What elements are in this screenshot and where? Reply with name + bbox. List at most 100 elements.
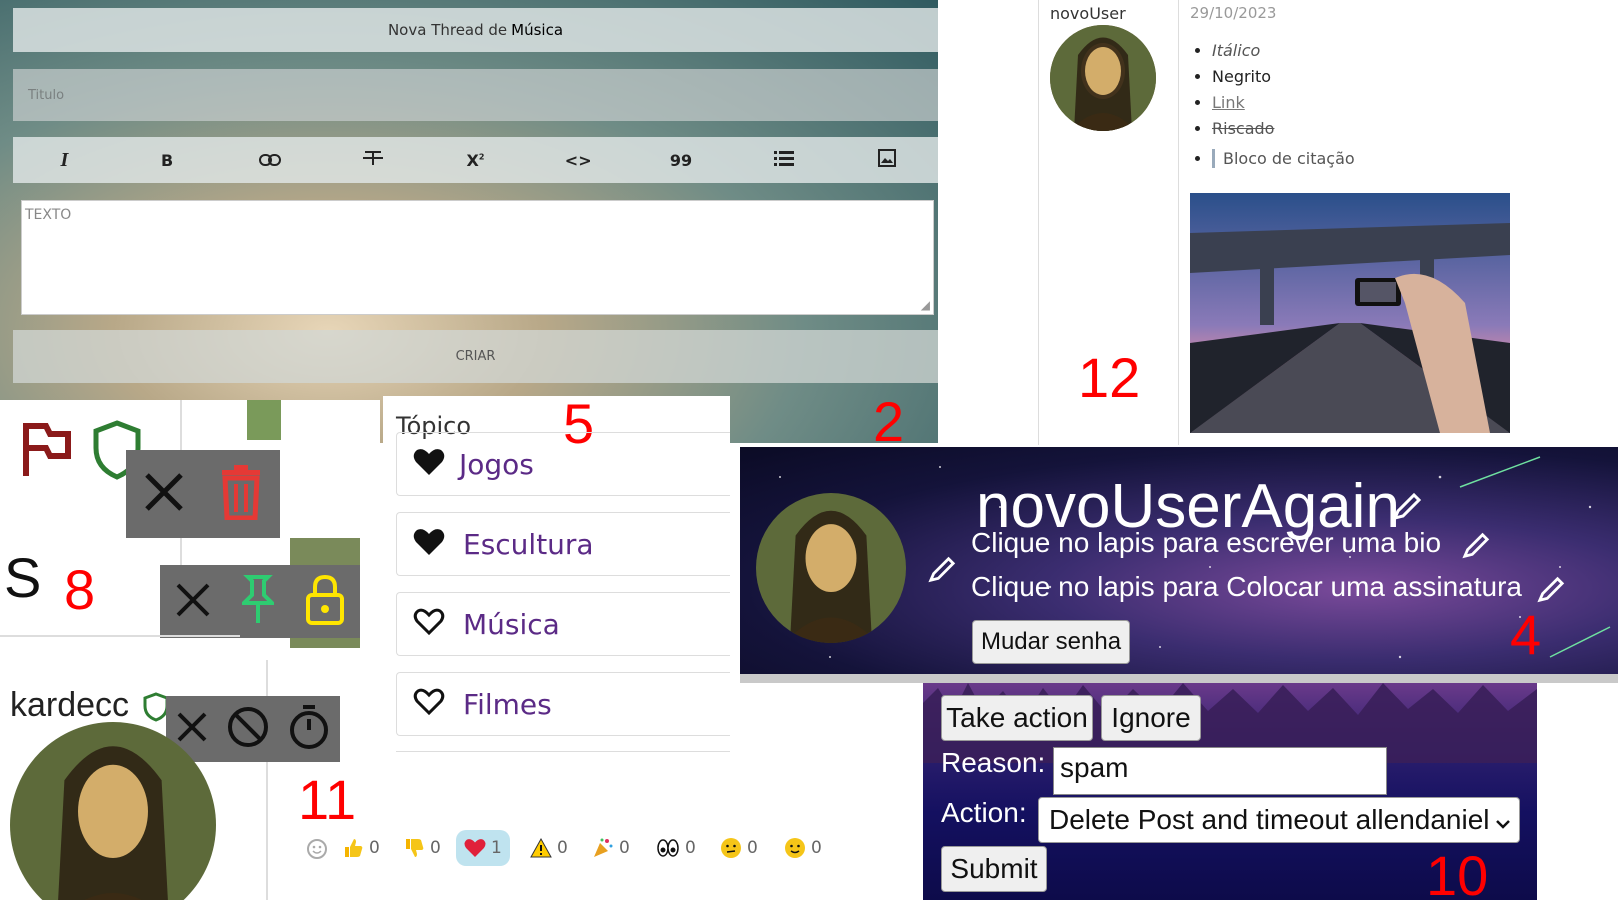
bold-icon[interactable]: B bbox=[147, 151, 187, 170]
reason-label: Reason: bbox=[941, 747, 1046, 778]
close-icon[interactable] bbox=[176, 711, 208, 747]
heart-filled-icon[interactable] bbox=[413, 448, 445, 480]
reaction-thumbs-down[interactable]: 0 bbox=[403, 830, 441, 866]
avatar[interactable] bbox=[756, 493, 906, 643]
topic-item-escultura[interactable]: Escultura bbox=[396, 512, 730, 576]
formatting-toolbar: I B X2 <> 99 bbox=[13, 137, 938, 183]
post-username[interactable]: novoUser bbox=[1050, 4, 1126, 23]
blockquote: Bloco de citação bbox=[1212, 149, 1355, 168]
link-text[interactable]: Link bbox=[1212, 93, 1245, 112]
divider bbox=[0, 635, 240, 637]
post-content-list: Itálico Negrito Link Riscado Bloco de ci… bbox=[1190, 38, 1355, 172]
partial-text: S bbox=[4, 546, 42, 609]
reaction-count: 0 bbox=[430, 838, 441, 858]
create-button[interactable]: CRIAR bbox=[13, 330, 938, 383]
reaction-smile[interactable]: 0 bbox=[784, 830, 822, 866]
reaction-count: 0 bbox=[619, 838, 630, 858]
action-select-value: Delete Post and timeout allendaniel bbox=[1049, 804, 1490, 835]
post-date: 29/10/2023 bbox=[1190, 4, 1277, 22]
edit-signature-pencil-icon[interactable] bbox=[1537, 575, 1565, 607]
take-action-button[interactable]: Take action bbox=[941, 695, 1093, 741]
list-item: Bloco de citação bbox=[1212, 146, 1355, 172]
strikethrough-icon[interactable] bbox=[353, 150, 393, 170]
text-area[interactable]: TEXTO ◢ bbox=[21, 200, 934, 315]
thread-form-header: Nova Thread de Música bbox=[13, 8, 938, 52]
close-icon[interactable] bbox=[143, 471, 185, 517]
list-icon[interactable] bbox=[764, 150, 804, 170]
superscript-icon[interactable]: X2 bbox=[455, 151, 495, 170]
submit-button[interactable]: Submit bbox=[941, 846, 1047, 892]
pin-icon[interactable] bbox=[239, 574, 277, 629]
warning-icon bbox=[530, 838, 552, 858]
topic-item-musica[interactable]: Música bbox=[396, 592, 730, 656]
post-panel: novoUser 12 29/10/2023 Itálico Negrito L… bbox=[938, 0, 1618, 445]
title-input[interactable]: Titulo bbox=[13, 69, 938, 121]
ban-icon[interactable] bbox=[227, 706, 269, 752]
close-icon[interactable] bbox=[175, 582, 211, 622]
profile-panel: novoUserAgain Clique no lapis para escre… bbox=[740, 447, 1618, 683]
divider bbox=[396, 751, 730, 752]
heart-filled-icon[interactable] bbox=[413, 528, 445, 560]
edit-username-pencil-icon[interactable] bbox=[1392, 491, 1422, 525]
add-reaction-button[interactable] bbox=[306, 830, 335, 866]
edit-avatar-pencil-icon[interactable] bbox=[928, 555, 956, 587]
eyes-icon bbox=[657, 839, 679, 857]
action-select[interactable]: Delete Post and timeout allendaniel bbox=[1038, 797, 1520, 843]
lock-icon[interactable] bbox=[305, 574, 345, 629]
reaction-warning[interactable]: 0 bbox=[530, 830, 568, 866]
reaction-confused[interactable]: 0 bbox=[720, 830, 758, 866]
reaction-count: 0 bbox=[747, 838, 758, 858]
topic-name[interactable]: Jogos bbox=[459, 448, 534, 481]
panel-number: 4 bbox=[1510, 603, 1542, 666]
heart-outline-icon[interactable] bbox=[413, 608, 445, 640]
list-item: Negrito bbox=[1212, 64, 1355, 90]
heart-outline-icon[interactable] bbox=[413, 688, 445, 720]
topic-item-filmes[interactable]: Filmes bbox=[396, 672, 730, 736]
topic-name[interactable]: Música bbox=[463, 608, 560, 641]
moderated-username[interactable]: kardecc bbox=[10, 686, 129, 725]
italic-icon[interactable]: I bbox=[44, 149, 84, 172]
reason-input[interactable]: spam bbox=[1053, 747, 1387, 795]
panel-number: 11 bbox=[298, 776, 357, 831]
list-item: Itálico bbox=[1212, 38, 1355, 64]
topic-name[interactable]: Escultura bbox=[463, 528, 594, 561]
avatar[interactable] bbox=[1050, 25, 1156, 131]
reaction-count: 0 bbox=[557, 838, 568, 858]
link-icon[interactable] bbox=[250, 151, 290, 170]
action-bar bbox=[160, 565, 360, 638]
strike-text: Riscado bbox=[1212, 119, 1275, 138]
edit-bio-pencil-icon[interactable] bbox=[1462, 531, 1490, 563]
divider bbox=[1038, 0, 1039, 445]
resize-handle-icon[interactable]: ◢ bbox=[921, 298, 930, 312]
flag-icon[interactable] bbox=[22, 422, 72, 482]
panel-number: 10 bbox=[1426, 844, 1489, 900]
signature-text: Clique no lapis para Colocar uma assinat… bbox=[971, 571, 1522, 602]
trash-icon[interactable] bbox=[218, 464, 264, 524]
reaction-heart[interactable]: 1 bbox=[456, 830, 510, 866]
reaction-eyes[interactable]: 0 bbox=[656, 830, 696, 866]
ignore-button[interactable]: Ignore bbox=[1101, 695, 1201, 741]
party-icon bbox=[594, 838, 613, 857]
change-password-button[interactable]: Mudar senha bbox=[972, 620, 1130, 664]
reaction-count: 0 bbox=[685, 838, 696, 858]
topics-panel: Tópico 5 Jogos Escultura Música Filmes bbox=[383, 396, 730, 776]
image-icon[interactable] bbox=[867, 149, 907, 171]
post-image bbox=[1190, 193, 1510, 433]
topic-name[interactable]: Filmes bbox=[463, 688, 552, 721]
list-item: Link bbox=[1212, 90, 1355, 116]
report-panel: Take action Ignore Reason: spam Action: … bbox=[923, 683, 1537, 900]
panel-number: 8 bbox=[64, 558, 96, 621]
topic-item-jogos[interactable]: Jogos bbox=[396, 432, 730, 496]
reactions-panel: 11 0 0 1 0 0 0 0 0 bbox=[268, 776, 858, 900]
add-reaction-icon bbox=[307, 839, 327, 859]
quote-icon[interactable]: 99 bbox=[661, 151, 701, 170]
reaction-thumbs-up[interactable]: 0 bbox=[342, 830, 380, 866]
panel-number: 2 bbox=[873, 390, 905, 444]
timer-icon[interactable] bbox=[288, 704, 330, 754]
reaction-party[interactable]: 0 bbox=[592, 830, 630, 866]
code-icon[interactable]: <> bbox=[558, 151, 598, 170]
chevron-down-icon[interactable] bbox=[1495, 804, 1511, 836]
thumbs-up-icon bbox=[345, 839, 363, 857]
thumbs-down-icon bbox=[406, 839, 424, 857]
action-bar bbox=[166, 696, 340, 762]
